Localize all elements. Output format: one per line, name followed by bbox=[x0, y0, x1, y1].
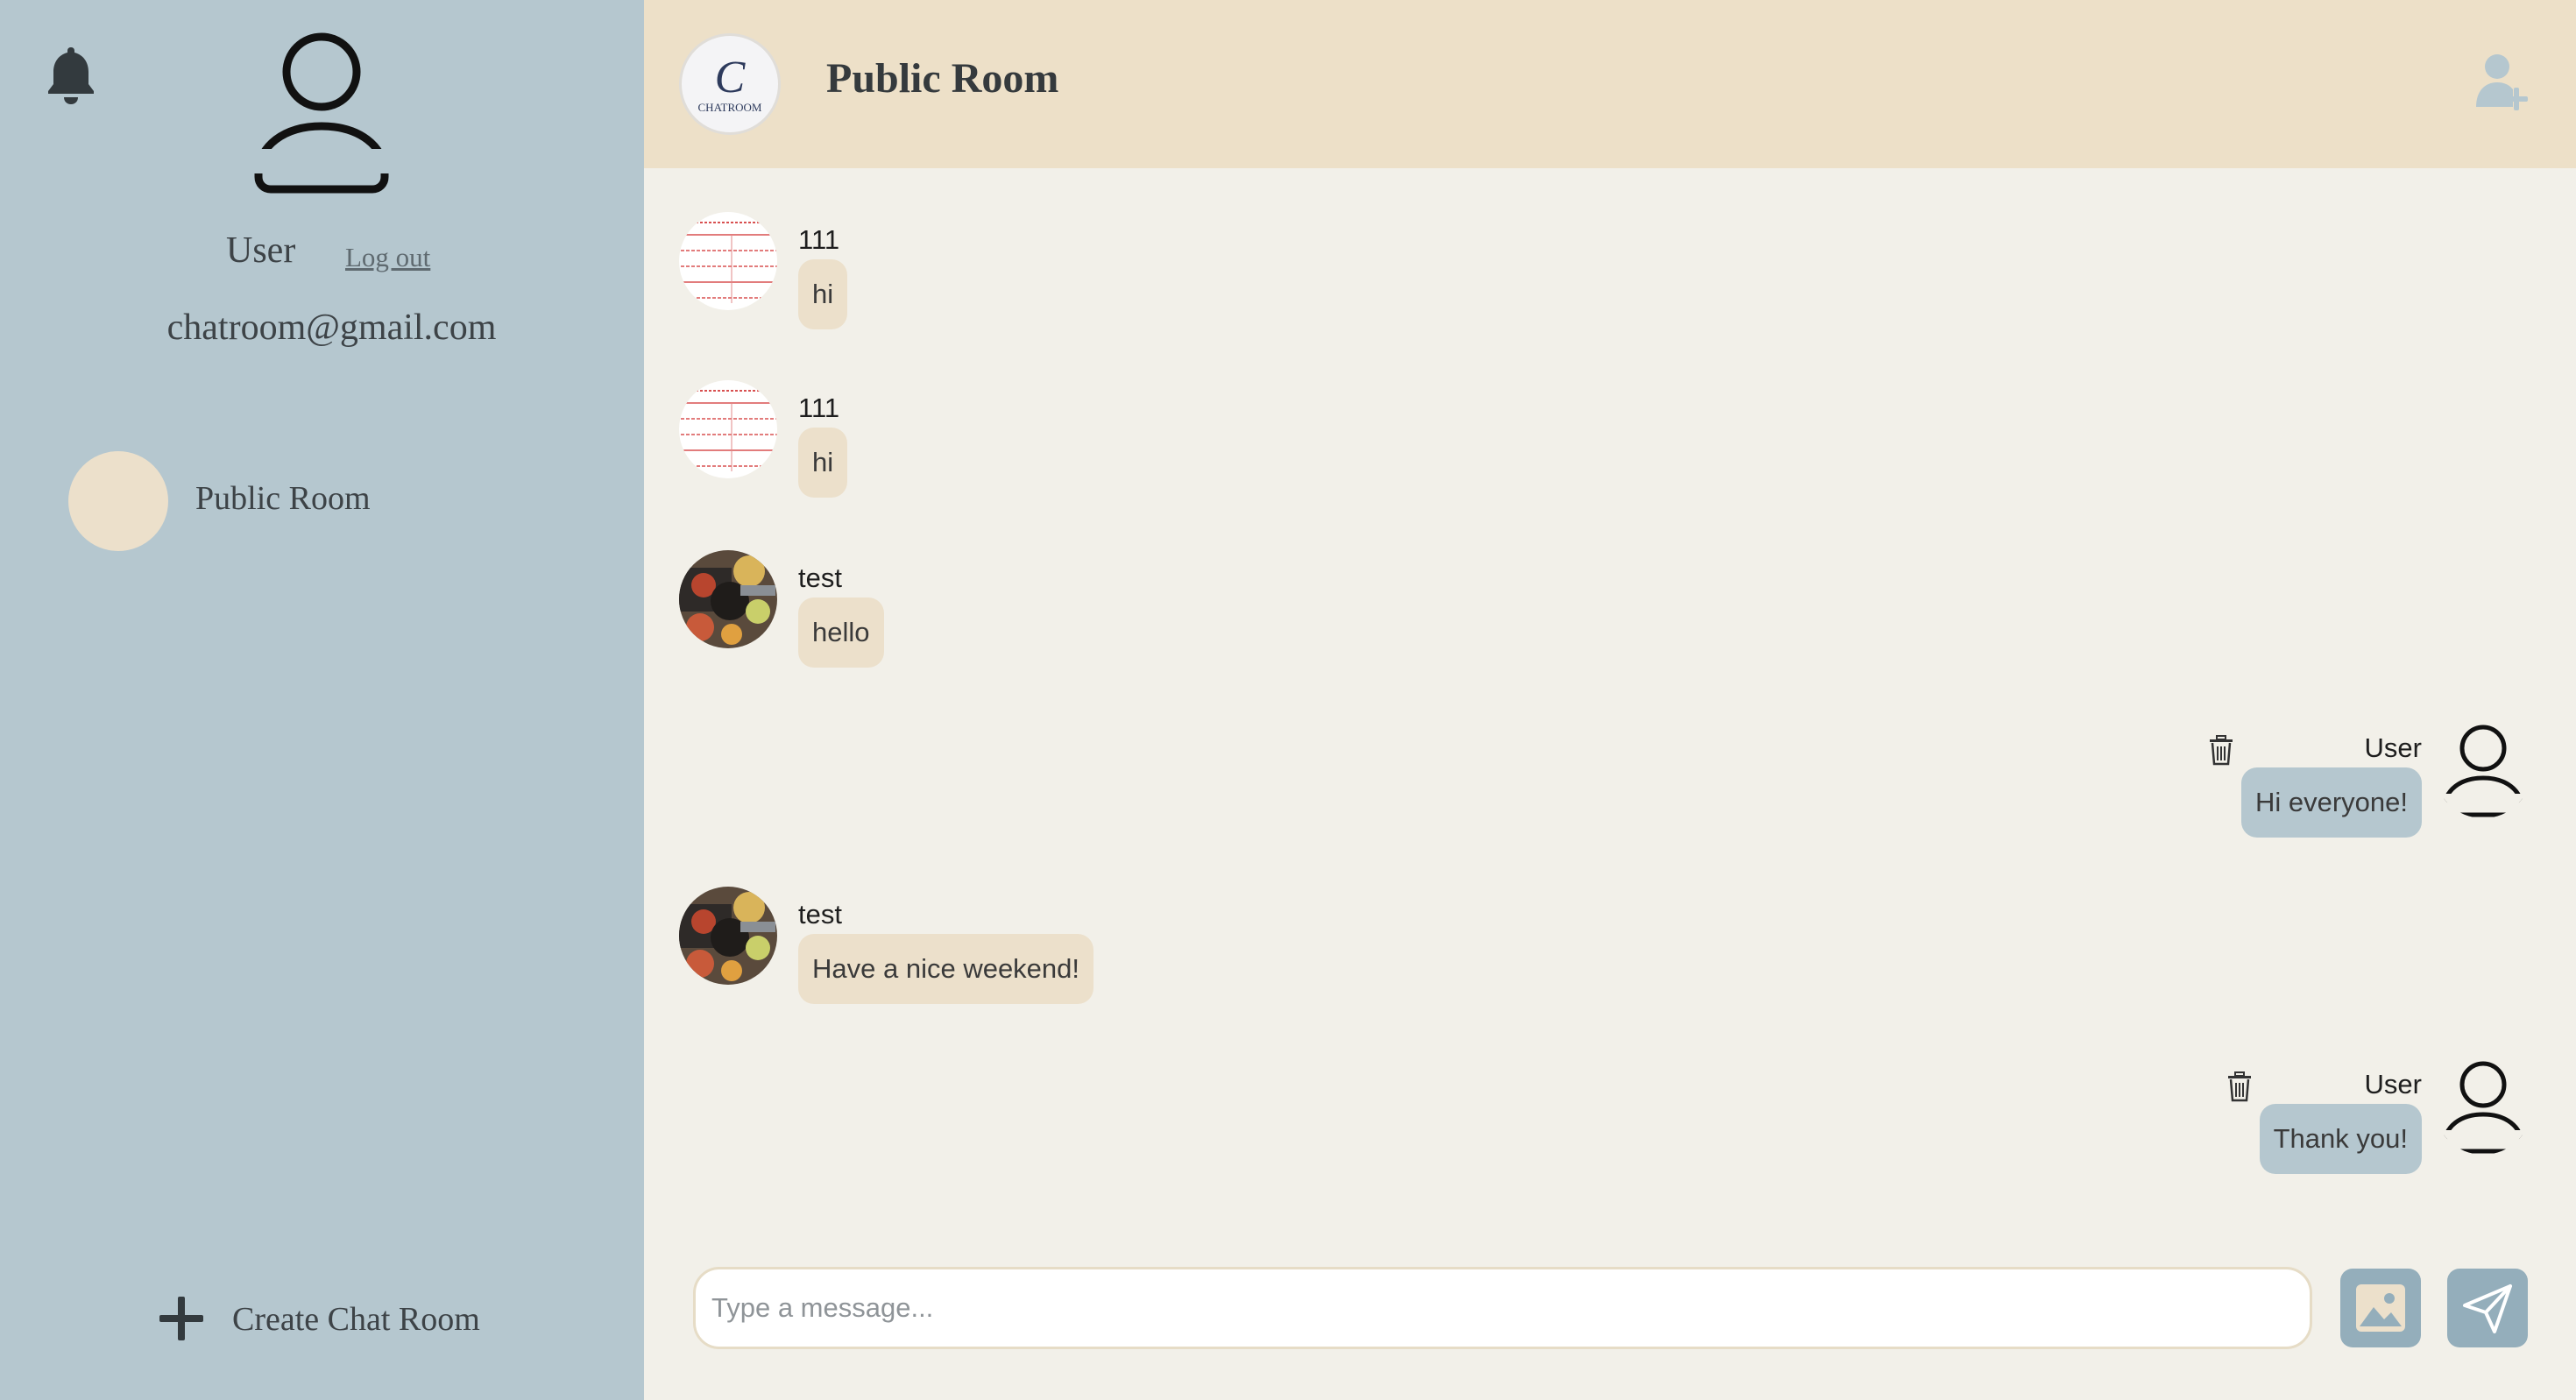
room-title: Public Room bbox=[826, 55, 1059, 102]
message-item: test Have a nice weekend! bbox=[679, 887, 1292, 1009]
message-bubble: hi bbox=[798, 428, 848, 498]
sender-avatar bbox=[679, 212, 777, 310]
plus-icon bbox=[158, 1295, 205, 1342]
room-avatar bbox=[68, 451, 168, 551]
message-bubble: hello bbox=[798, 597, 884, 668]
sender-avatar bbox=[679, 887, 777, 985]
chat-header: C CHATROOM Public Room bbox=[644, 0, 2576, 168]
room-label: Public Room bbox=[195, 480, 371, 517]
message-bubble: Thank you! bbox=[2259, 1104, 2422, 1174]
sidebar: User Log out chatroom@gmail.com Public R… bbox=[0, 0, 644, 1400]
message-item: User Hi everyone! bbox=[1919, 720, 2532, 843]
sender-avatar-icon bbox=[2434, 720, 2532, 818]
add-user-icon[interactable] bbox=[2474, 51, 2532, 114]
delete-message-trash-icon[interactable] bbox=[2226, 1071, 2254, 1102]
create-chat-room-button[interactable]: Create Chat Room bbox=[158, 1288, 526, 1349]
sidebar-room-public-room[interactable]: Public Room bbox=[68, 451, 594, 551]
image-icon bbox=[2356, 1284, 2405, 1332]
sender-name: User bbox=[2364, 1069, 2422, 1099]
message-input[interactable] bbox=[693, 1267, 2312, 1349]
sender-name: 111 bbox=[798, 224, 840, 255]
sender-avatar bbox=[679, 550, 777, 648]
profile-avatar-icon bbox=[250, 28, 394, 194]
message-bubble: Have a nice weekend! bbox=[798, 934, 1094, 1004]
create-chat-room-label: Create Chat Room bbox=[232, 1301, 480, 1338]
svg-text:CHATROOM: CHATROOM bbox=[698, 101, 762, 114]
sender-name: 111 bbox=[798, 392, 840, 423]
message-list: 111 hi 111 hi test hello User Hi everyon… bbox=[644, 168, 2576, 1228]
sender-avatar-icon bbox=[2434, 1057, 2532, 1155]
svg-text:C: C bbox=[715, 53, 747, 103]
message-item: test hello bbox=[679, 550, 1292, 673]
delete-message-trash-icon[interactable] bbox=[2207, 734, 2235, 766]
user-email: chatroom@gmail.com bbox=[166, 308, 497, 348]
message-item: 111 hi bbox=[679, 212, 1292, 335]
logout-link[interactable]: Log out bbox=[345, 242, 430, 273]
message-bubble: Hi everyone! bbox=[2240, 767, 2422, 838]
sender-name: test bbox=[798, 899, 842, 930]
message-bubble: hi bbox=[798, 259, 848, 329]
chatroom-logo: C CHATROOM bbox=[679, 33, 781, 135]
message-item: User Thank you! bbox=[1919, 1057, 2532, 1179]
upload-image-button[interactable] bbox=[2340, 1269, 2421, 1347]
send-button[interactable] bbox=[2447, 1269, 2528, 1347]
sender-name: test bbox=[798, 562, 842, 593]
username: User bbox=[226, 230, 296, 271]
message-item: 111 hi bbox=[679, 380, 1292, 503]
notification-bell-icon[interactable] bbox=[44, 44, 98, 105]
send-icon bbox=[2463, 1284, 2512, 1333]
sender-name: User bbox=[2364, 732, 2422, 763]
sender-avatar bbox=[679, 380, 777, 478]
